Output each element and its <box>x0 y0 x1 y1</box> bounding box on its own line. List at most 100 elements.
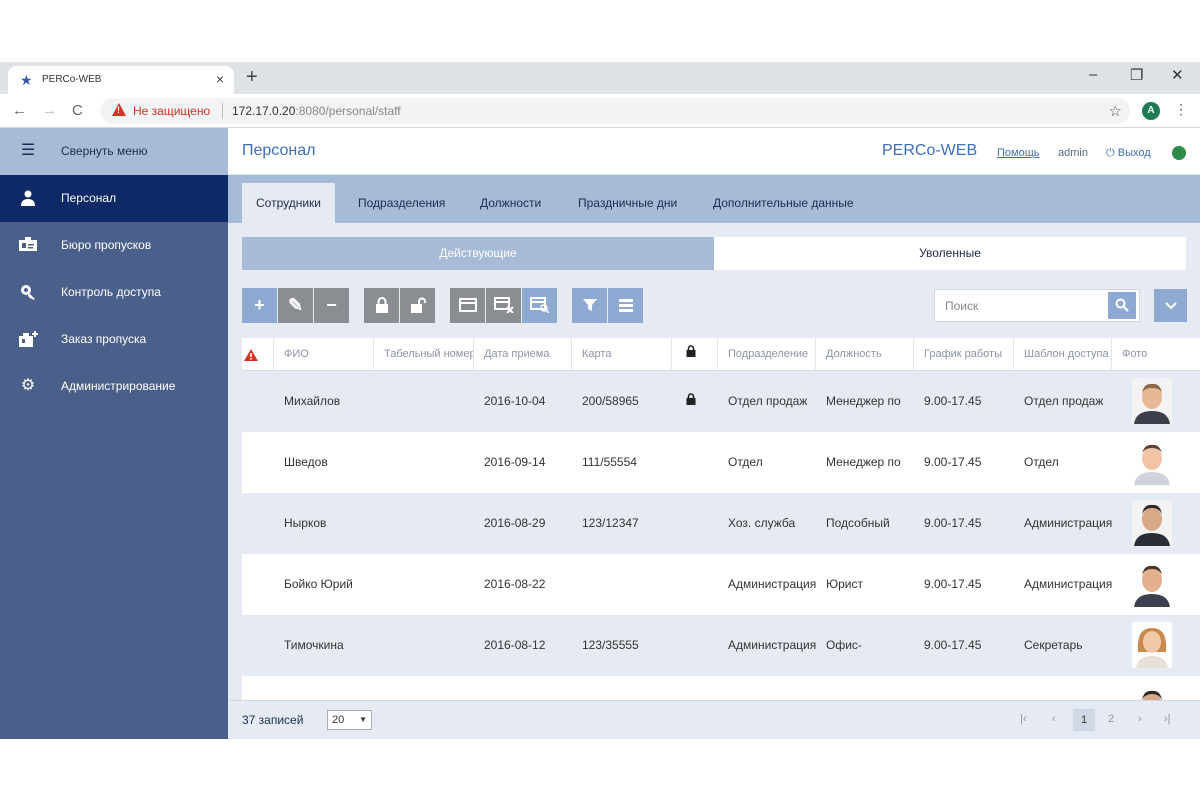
column-header-lock[interactable] <box>672 338 718 371</box>
lock-button[interactable] <box>364 288 399 323</box>
prev-page-button[interactable]: ‹ <box>1052 713 1056 725</box>
remove-card-button[interactable] <box>486 288 521 323</box>
page-size-value: 20 <box>332 714 345 726</box>
list-icon <box>618 299 633 312</box>
sidebar-item-access-control[interactable]: Контроль доступа <box>0 269 228 316</box>
brand-name: PERCo-WEB <box>882 142 978 159</box>
add-button[interactable]: + <box>242 288 277 323</box>
cell-schedule: 9.00-17.45 <box>924 577 982 591</box>
next-page-button[interactable]: › <box>1138 713 1142 725</box>
caret-down-icon: ▼ <box>359 715 367 724</box>
page-1-button[interactable]: 1 <box>1073 709 1095 731</box>
options-dropdown-button[interactable] <box>1154 289 1187 322</box>
forward-button[interactable]: → <box>42 102 57 119</box>
reload-button[interactable]: C <box>72 102 83 119</box>
column-header-schedule[interactable]: График работы <box>914 338 1014 371</box>
sidebar-item-personnel[interactable]: Персонал <box>0 175 228 222</box>
cell-position: Офис- <box>826 638 862 652</box>
table-header: ФИО Табельный номер Дата приема Карта По… <box>242 338 1200 371</box>
sidebar-item-label: Контроль доступа <box>61 285 161 299</box>
unlock-icon <box>410 297 426 313</box>
content-area: Действующие Уволенные + ✎ − Поиск ФИО Та… <box>228 223 1200 700</box>
assign-card-button[interactable] <box>450 288 485 323</box>
filter-button[interactable] <box>572 288 607 323</box>
sidebar-item-pass-office[interactable]: Бюро пропусков <box>0 222 228 269</box>
table-row[interactable]: Бойко Юрий 2016-08-22 Администрация Юрис… <box>242 554 1200 615</box>
last-page-button[interactable]: ›| <box>1164 713 1171 725</box>
table-row[interactable]: Тимочкина 2016-08-12 123/35555 Администр… <box>242 615 1200 676</box>
table-row-partial[interactable] <box>242 676 1200 700</box>
main-panel: Персонал PERCo-WEB Помощь admin ⏻ Выход … <box>228 128 1200 739</box>
column-header-access-template[interactable]: Шаблон доступа <box>1014 338 1112 371</box>
cell-hire-date: 2016-10-04 <box>484 394 546 408</box>
restore-button[interactable]: ❐ <box>1130 66 1143 84</box>
employee-photo <box>1132 686 1172 700</box>
cell-name: Михайлов <box>284 394 341 408</box>
cell-position: Подсобный <box>826 516 890 530</box>
help-link[interactable]: Помощь <box>997 147 1040 159</box>
column-header-tab-number[interactable]: Табельный номер <box>374 338 474 371</box>
cell-department: Хоз. служба <box>728 516 796 530</box>
active-employees-button[interactable]: Действующие <box>242 237 714 270</box>
chevron-down-icon <box>1164 302 1177 310</box>
dismissed-employees-button[interactable]: Уволенные <box>714 237 1186 270</box>
column-header-card[interactable]: Карта <box>572 338 672 371</box>
tab-departments[interactable]: Подразделения <box>344 183 459 223</box>
page-2-button[interactable]: 2 <box>1108 713 1114 725</box>
edit-button[interactable]: ✎ <box>278 288 313 323</box>
cell-card: 200/58965 <box>582 394 639 408</box>
gear-icon: ⚙ <box>20 377 36 394</box>
tab-holidays[interactable]: Праздничные дни <box>564 183 691 223</box>
sidebar-item-label: Заказ пропуска <box>61 332 147 346</box>
url-field[interactable]: Не защищено 172.17.0.20:8080/personal/st… <box>100 98 1130 124</box>
close-window-button[interactable]: ✕ <box>1171 66 1184 84</box>
cell-access-template: Отдел <box>1024 455 1059 469</box>
lock-icon <box>375 297 388 313</box>
column-header-position[interactable]: Должность <box>816 338 914 371</box>
cell-card: 123/12347 <box>582 516 639 530</box>
column-header-department[interactable]: Подразделение <box>718 338 816 371</box>
table-row[interactable]: Нырков 2016-08-29 123/12347 Хоз. служба … <box>242 493 1200 554</box>
find-card-button[interactable] <box>522 288 557 323</box>
employee-photo <box>1132 439 1172 485</box>
collapse-menu-button[interactable]: ☰ Свернуть меню <box>0 128 228 175</box>
column-header-photo[interactable]: Фото <box>1112 338 1200 371</box>
new-tab-button[interactable]: + <box>246 66 258 89</box>
pencil-icon: ✎ <box>287 295 304 315</box>
column-header-alert[interactable] <box>242 338 274 371</box>
column-header-name[interactable]: ФИО <box>274 338 374 371</box>
table-row[interactable]: Шведов 2016-09-14 111/55554 Отдел Менедж… <box>242 432 1200 493</box>
insecure-label[interactable]: Не защищено <box>133 104 210 118</box>
back-button[interactable]: ← <box>12 102 27 119</box>
cell-access-template: Администрация <box>1024 577 1112 591</box>
bookmark-star-icon[interactable]: ☆ <box>1109 102 1122 120</box>
profile-avatar[interactable]: A <box>1142 102 1160 120</box>
delete-button[interactable]: − <box>314 288 349 323</box>
search-button[interactable] <box>1108 292 1136 319</box>
unlock-button[interactable] <box>400 288 435 323</box>
logout-link[interactable]: ⏻ Выход <box>1106 147 1151 160</box>
tab-close-icon[interactable]: × <box>216 71 224 87</box>
first-page-button[interactable]: |‹ <box>1020 713 1027 725</box>
url-path: :8080/personal/staff <box>295 104 401 118</box>
tab-employees[interactable]: Сотрудники <box>242 183 335 223</box>
browser-menu-icon[interactable]: ⋮ <box>1174 101 1188 118</box>
warning-icon <box>112 103 126 116</box>
columns-button[interactable] <box>608 288 643 323</box>
browser-tab[interactable]: ★ PERCo-WEB × <box>8 66 234 94</box>
tab-positions[interactable]: Должности <box>466 183 555 223</box>
page-title: Персонал <box>242 142 316 159</box>
cell-card <box>572 554 672 615</box>
logout-label: Выход <box>1117 147 1151 159</box>
page-size-select[interactable]: 20 ▼ <box>327 710 372 730</box>
tab-additional-data[interactable]: Дополнительные данные <box>699 183 868 223</box>
card-remove-icon <box>493 297 514 314</box>
table-row[interactable]: Михайлов 2016-10-04 200/58965 Отдел прод… <box>242 371 1200 432</box>
cell-department: Администрация <box>728 577 816 591</box>
cell-access-template: Секретарь <box>1024 638 1083 652</box>
cell-schedule: 9.00-17.45 <box>924 638 982 652</box>
sidebar-item-pass-order[interactable]: Заказ пропуска <box>0 316 228 363</box>
minimize-button[interactable]: – <box>1089 66 1097 83</box>
sidebar-item-administration[interactable]: ⚙ Администрирование <box>0 363 228 410</box>
column-header-hire-date[interactable]: Дата приема <box>474 338 572 371</box>
